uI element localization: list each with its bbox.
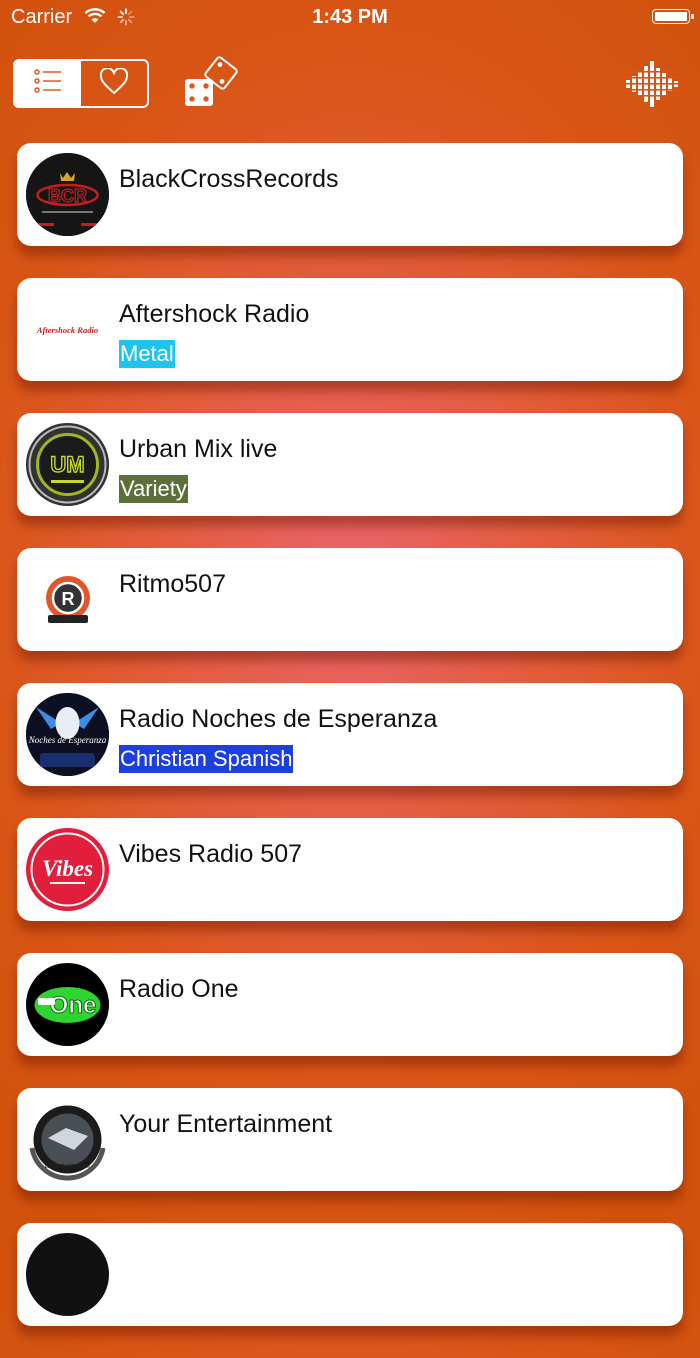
- station-name: Radio One: [119, 975, 239, 1003]
- station-name: Urban Mix live: [119, 435, 278, 463]
- battery-icon: [652, 9, 694, 24]
- station-name: Your Entertainment: [119, 1110, 333, 1138]
- svg-text:UM: UM: [50, 452, 84, 477]
- station-name: BlackCrossRecords: [119, 165, 339, 193]
- svg-text:Noches de Esperanza: Noches de Esperanza: [28, 735, 107, 745]
- station-name: Ritmo507: [119, 570, 226, 598]
- svg-text:Vibes: Vibes: [42, 856, 93, 881]
- favorites-tab[interactable]: [81, 61, 147, 106]
- view-segmented-control: [13, 59, 149, 108]
- station-card[interactable]: BCR BlackCrossRecords: [17, 143, 683, 246]
- heart-icon: [99, 66, 129, 100]
- list-icon: [34, 69, 62, 98]
- station-logo: R: [26, 558, 109, 641]
- station-card[interactable]: Noches de Esperanza Radio Noches de Espe…: [17, 683, 683, 786]
- genre-tag: Metal: [119, 340, 175, 368]
- list-view-tab[interactable]: [15, 61, 81, 106]
- station-logo: Noches de Esperanza: [26, 693, 109, 776]
- station-card[interactable]: Aftershock Radio Aftershock Radio Metal: [17, 278, 683, 381]
- svg-text:Aftershock Radio: Aftershock Radio: [36, 325, 98, 335]
- svg-text:Entertainment: Entertainment: [44, 1161, 92, 1170]
- station-name: Vibes Radio 507: [119, 840, 303, 868]
- clock-time: 1:43 PM: [312, 6, 388, 28]
- station-card[interactable]: Entertainment Your Entertainment: [17, 1088, 683, 1191]
- station-name: Aftershock Radio: [119, 300, 310, 328]
- station-logo: [26, 1233, 109, 1316]
- station-logo: One: [26, 963, 109, 1046]
- station-list: BCR BlackCrossRecords Aftershock Radio A…: [17, 143, 683, 1358]
- dice-icon[interactable]: [182, 54, 240, 113]
- svg-text:One: One: [50, 992, 97, 1019]
- equalizer-icon[interactable]: [625, 60, 679, 113]
- station-card[interactable]: UM Urban Mix live Variety: [17, 413, 683, 516]
- station-logo: Vibes: [26, 828, 109, 911]
- station-card[interactable]: Vibes Vibes Radio 507: [17, 818, 683, 921]
- toolbar: [0, 52, 700, 112]
- svg-text:R: R: [61, 589, 74, 609]
- genre-tag: Christian Spanish: [119, 745, 294, 773]
- station-logo: UM: [26, 423, 109, 506]
- svg-text:BCR: BCR: [48, 186, 87, 206]
- station-card[interactable]: One Radio One: [17, 953, 683, 1056]
- station-logo: BCR: [26, 153, 109, 236]
- station-card-partial[interactable]: [17, 1223, 683, 1326]
- status-bar: Carrier 1:43 PM: [0, 0, 700, 36]
- station-card[interactable]: R Ritmo507: [17, 548, 683, 651]
- station-name: Radio Noches de Esperanza: [119, 705, 438, 733]
- genre-tag: Variety: [119, 475, 188, 503]
- station-logo: Entertainment: [26, 1098, 109, 1181]
- station-logo: Aftershock Radio: [26, 288, 109, 371]
